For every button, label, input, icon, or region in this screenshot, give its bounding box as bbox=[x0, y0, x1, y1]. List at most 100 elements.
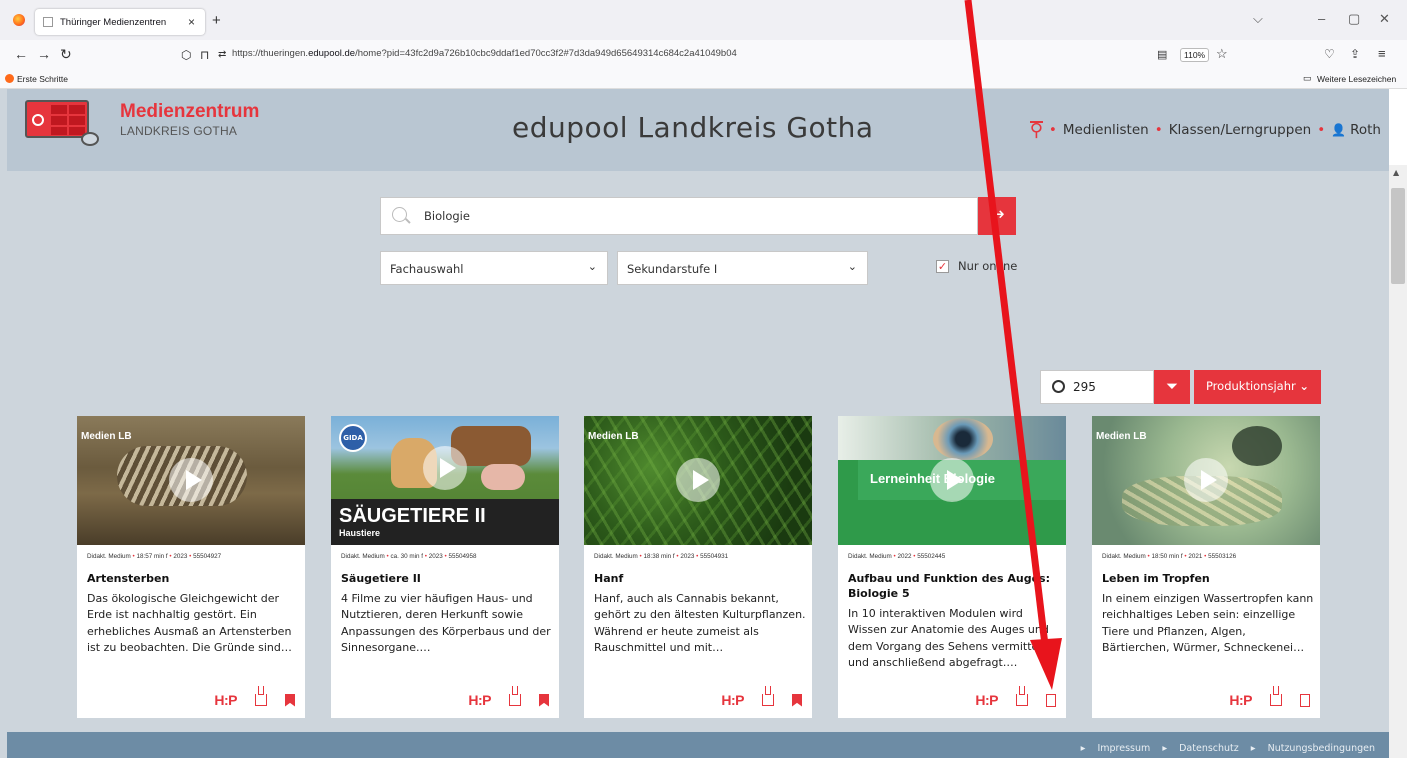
share-icon[interactable]: ⇪ bbox=[1350, 47, 1360, 61]
minimize-icon[interactable]: – bbox=[1318, 11, 1325, 26]
arrow-right-icon: → bbox=[989, 204, 1005, 225]
logo-subtitle: LANDKREIS GOTHA bbox=[120, 124, 238, 138]
card-thumbnail[interactable]: Medien LB bbox=[584, 416, 812, 545]
online-checkbox-label[interactable]: Nur online bbox=[958, 259, 1017, 273]
card-meta: Didakt. Medium • 2022 • 55502445 bbox=[848, 553, 946, 560]
bookmark-weitere[interactable]: Weitere Lesezeichen bbox=[1317, 74, 1396, 84]
close-window-icon[interactable]: ✕ bbox=[1379, 11, 1390, 27]
play-icon[interactable] bbox=[930, 458, 974, 502]
subject-select-value: Fachauswahl bbox=[390, 262, 464, 276]
maximize-icon[interactable]: ▢ bbox=[1348, 11, 1360, 27]
chevron-down-icon: ⌄ bbox=[1299, 379, 1310, 393]
site-footer: ▸ Impressum ▸ Datenschutz ▸ Nutzungsbedi… bbox=[7, 732, 1389, 758]
card-meta: Didakt. Medium • 18:38 min f • 2023 • 55… bbox=[594, 553, 729, 560]
media-card[interactable]: Lerneinheit Biologie Didakt. Medium • 20… bbox=[838, 416, 1066, 718]
download-icon[interactable] bbox=[1016, 686, 1028, 706]
url-bar[interactable]: https://thueringen.edupool.de/home?pid=4… bbox=[232, 48, 737, 59]
search-input[interactable]: Biologie bbox=[380, 197, 978, 235]
card-title[interactable]: Hanf bbox=[594, 571, 804, 586]
download-icon[interactable] bbox=[1270, 686, 1282, 706]
reload-icon[interactable]: ↻ bbox=[60, 46, 72, 63]
media-card[interactable]: Medien LB Didakt. Medium • 18:50 min f •… bbox=[1092, 416, 1320, 718]
header-nav: ⚲ • Medienlisten • Klassen/Lerngruppen •… bbox=[1029, 120, 1381, 141]
reader-view-icon[interactable]: ▤ bbox=[1157, 48, 1167, 61]
medien-lb-logo: Medien LB bbox=[1096, 431, 1147, 442]
card-thumbnail[interactable]: Lerneinheit Biologie bbox=[838, 416, 1066, 545]
bookmark-erste-schritte[interactable]: Erste Schritte bbox=[17, 74, 68, 84]
download-icon[interactable] bbox=[255, 686, 267, 706]
bookmark-icon[interactable] bbox=[792, 693, 802, 707]
nav-klassen[interactable]: Klassen/Lerngruppen bbox=[1169, 122, 1312, 138]
close-tab-icon[interactable]: × bbox=[188, 15, 195, 29]
site-title: edupool Landkreis Gotha bbox=[512, 111, 874, 144]
card-title[interactable]: Aufbau und Funktion des Auges: Biologie … bbox=[848, 571, 1058, 601]
zoom-level[interactable]: 110% bbox=[1180, 48, 1210, 62]
footer-link-datenschutz[interactable]: ▸ Datenschutz bbox=[1162, 743, 1238, 754]
level-select[interactable]: Sekundarstufe I ⌄ bbox=[617, 251, 868, 285]
hp-icon[interactable]: H:P bbox=[214, 692, 237, 708]
site-viewport: Medienzentrum LANDKREIS GOTHA edupool La… bbox=[0, 89, 1389, 758]
media-card[interactable]: Medien LB Didakt. Medium • 18:57 min f •… bbox=[77, 416, 305, 718]
card-title[interactable]: Leben im Tropfen bbox=[1102, 571, 1312, 586]
logo[interactable] bbox=[25, 100, 105, 148]
permissions-icon[interactable]: ⇄ bbox=[218, 49, 226, 60]
result-count-value: 295 bbox=[1073, 380, 1096, 394]
play-icon[interactable] bbox=[423, 446, 467, 490]
chevron-down-icon: ⌄ bbox=[587, 260, 597, 273]
menu-icon[interactable]: ≡ bbox=[1378, 46, 1386, 61]
nav-user[interactable]: Roth bbox=[1350, 122, 1381, 138]
card-description: In einem einzigen Wassertropfen kann rei… bbox=[1102, 592, 1314, 654]
back-icon[interactable]: ← bbox=[14, 46, 28, 62]
scroll-up-icon[interactable]: ▲ bbox=[1393, 168, 1399, 177]
online-checkbox[interactable]: ✓ bbox=[936, 260, 949, 273]
download-icon[interactable] bbox=[762, 686, 774, 706]
card-actions: H:P bbox=[975, 686, 1056, 708]
card-thumbnail[interactable]: GIDA SÄUGETIERE II Haustiere bbox=[331, 416, 559, 545]
download-icon[interactable] bbox=[509, 686, 521, 706]
search-submit-button[interactable]: → bbox=[978, 197, 1016, 235]
result-count: 295 bbox=[1040, 370, 1154, 404]
gida-logo: GIDA bbox=[339, 424, 367, 452]
bookmark-icon[interactable] bbox=[539, 693, 549, 707]
filter-button[interactable]: ⏷ bbox=[1154, 370, 1190, 404]
bookmark-icon[interactable] bbox=[285, 693, 295, 707]
pocket-icon[interactable]: ♡ bbox=[1324, 47, 1335, 61]
media-card[interactable]: Medien LB Didakt. Medium • 18:38 min f •… bbox=[584, 416, 812, 718]
tab-list-chevron-icon[interactable]: ⌵ bbox=[1253, 11, 1263, 27]
play-icon[interactable] bbox=[676, 458, 720, 502]
card-actions: H:P bbox=[468, 686, 549, 708]
footer-link-nutzung[interactable]: ▸ Nutzungsbedingungen bbox=[1251, 743, 1375, 754]
shield-icon[interactable]: ⬡ bbox=[181, 48, 191, 62]
scrollbar-thumb[interactable] bbox=[1391, 188, 1405, 284]
card-title[interactable]: Säugetiere II bbox=[341, 571, 551, 586]
card-description: Das ökologische Gleichgewicht der Erde i… bbox=[87, 592, 292, 654]
card-meta: Didakt. Medium • ca. 30 min f • 2023 • 5… bbox=[341, 553, 477, 560]
card-thumbnail[interactable]: Medien LB bbox=[1092, 416, 1320, 545]
subject-select[interactable]: Fachauswahl ⌄ bbox=[380, 251, 608, 285]
search-toggle-icon[interactable]: ⚲ bbox=[1029, 121, 1043, 140]
footer-link-impressum[interactable]: ▸ Impressum bbox=[1081, 743, 1151, 754]
forward-icon[interactable]: → bbox=[37, 46, 51, 62]
media-card[interactable]: GIDA SÄUGETIERE II Haustiere Didakt. Med… bbox=[331, 416, 559, 718]
card-title[interactable]: Artensterben bbox=[87, 571, 297, 586]
lock-icon[interactable]: ⊓ bbox=[200, 48, 209, 62]
bookmark-icon[interactable] bbox=[1300, 693, 1310, 707]
new-tab-icon[interactable]: + bbox=[212, 12, 221, 29]
medien-lb-logo: Medien LB bbox=[588, 431, 639, 442]
hp-icon[interactable]: H:P bbox=[1229, 692, 1252, 708]
sort-production-year-button[interactable]: Produktionsjahr ⌄ bbox=[1194, 370, 1321, 404]
sort-label: Produktionsjahr bbox=[1205, 379, 1296, 393]
hp-icon[interactable]: H:P bbox=[975, 692, 998, 708]
bookmark-icon[interactable] bbox=[1046, 693, 1056, 707]
bookmarks-bar: Erste Schritte ▭ Weitere Lesezeichen bbox=[0, 70, 1407, 89]
play-icon[interactable] bbox=[169, 458, 213, 502]
play-icon[interactable] bbox=[1184, 458, 1228, 502]
browser-tab[interactable]: Thüringer Medienzentren × bbox=[35, 9, 205, 35]
nav-medienlisten[interactable]: Medienlisten bbox=[1063, 122, 1149, 138]
firefox-icon[interactable] bbox=[13, 14, 25, 26]
card-actions: H:P bbox=[1229, 686, 1310, 708]
hp-icon[interactable]: H:P bbox=[468, 692, 491, 708]
card-thumbnail[interactable]: Medien LB bbox=[77, 416, 305, 545]
bookmark-star-icon[interactable]: ☆ bbox=[1216, 46, 1228, 62]
hp-icon[interactable]: H:P bbox=[721, 692, 744, 708]
